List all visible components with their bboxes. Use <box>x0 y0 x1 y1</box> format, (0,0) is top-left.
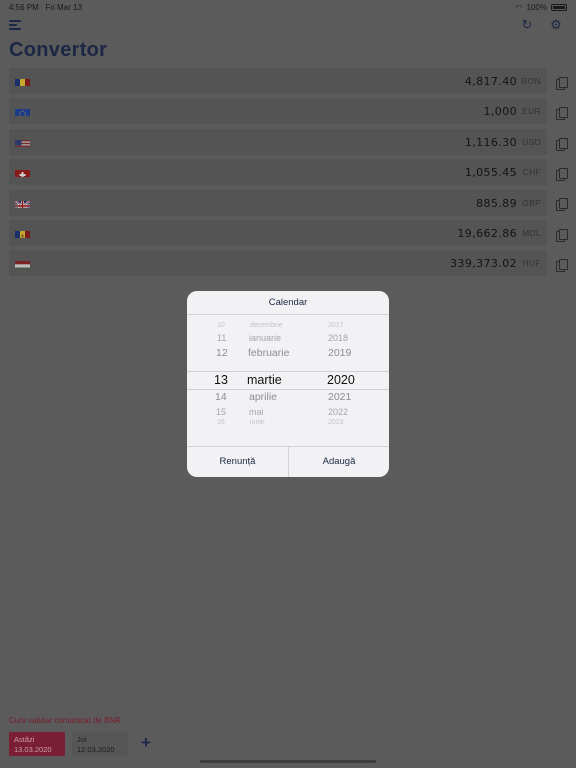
confirm-add-button[interactable]: Adaugă <box>289 447 389 477</box>
currency-row-gbp[interactable]: 885.89 GBP <box>9 189 547 216</box>
currency-code: GBP <box>522 197 541 208</box>
currency-code: HUF <box>522 258 541 269</box>
bnr-rate-label: Curs valutar comunicat de BNR <box>9 716 122 725</box>
currency-row-eur[interactable]: 1,000 EUR <box>9 98 547 125</box>
picker-month[interactable]: mai <box>249 407 264 417</box>
flag-ch-icon <box>15 167 30 178</box>
flag-md-icon <box>15 228 30 238</box>
chip-day: Joi <box>77 735 87 744</box>
status-bar: 4:56 PM Fri Mar 13 ◠ 100% <box>0 0 576 14</box>
flag-gb-icon <box>15 198 30 208</box>
picker-year[interactable]: 2019 <box>328 347 351 359</box>
status-time-date: 4:56 PM Fri Mar 13 <box>9 3 82 12</box>
currency-code: RON <box>521 76 541 86</box>
chip-day: Astăzi <box>14 735 35 744</box>
copy-icon[interactable] <box>556 229 568 242</box>
currency-code: EUR <box>522 106 541 117</box>
dialog-title: Calendar <box>268 297 308 308</box>
amount-value[interactable]: 19,662.86 <box>457 227 517 240</box>
picker-year[interactable]: 2023 <box>328 419 344 426</box>
picker-day[interactable]: 11 <box>217 333 226 343</box>
date-picker[interactable]: 10 11 12 13 14 15 16 decembrie ianuarie … <box>187 315 389 446</box>
picker-month[interactable]: aprilie <box>249 391 277 403</box>
battery-icon <box>551 4 567 11</box>
copy-icon[interactable] <box>556 107 568 120</box>
date-chip-today[interactable]: Astăzi 13.03.2020 <box>9 732 65 756</box>
picker-month-selected[interactable]: martie <box>247 373 282 387</box>
amount-value[interactable]: 1,116.30 <box>465 136 517 149</box>
battery-percent: 100% <box>526 3 547 12</box>
currency-row-huf[interactable]: 339,373.02 HUF <box>9 250 547 277</box>
gear-icon[interactable]: ⚙ <box>549 18 563 32</box>
currency-code: USD <box>522 136 541 147</box>
picker-day[interactable]: 15 <box>216 407 226 417</box>
currency-list: 4,817.40 RON 1,000 EUR 1,116.30 USD 1,05… <box>9 68 547 281</box>
copy-icon[interactable] <box>556 138 568 151</box>
picker-day[interactable]: 10 <box>217 322 225 329</box>
add-date-plus-button[interactable]: + <box>139 734 153 751</box>
menu-icon[interactable] <box>9 20 21 30</box>
currency-row-usd[interactable]: 1,116.30 USD <box>9 128 547 155</box>
currency-row-mdl[interactable]: 19,662.86 MDL <box>9 219 547 246</box>
home-indicator[interactable] <box>200 760 376 763</box>
picker-month[interactable]: ianuarie <box>249 333 281 343</box>
amount-value[interactable]: 339,373.02 <box>450 257 517 270</box>
chip-date: 12.03.2020 <box>77 745 115 754</box>
chip-date: 13.03.2020 <box>14 745 52 754</box>
picker-day[interactable]: 16 <box>217 419 225 426</box>
status-indicators: ◠ 100% <box>516 3 567 12</box>
picker-month[interactable]: decembrie <box>250 322 283 329</box>
date-chip-joi[interactable]: Joi 12.03.2020 <box>72 732 128 756</box>
amount-value[interactable]: 1,000 <box>484 105 518 118</box>
calendar-dialog: Calendar 10 11 12 13 14 15 16 decembrie … <box>187 291 389 477</box>
status-date: Fri Mar 13 <box>45 3 82 12</box>
picker-day[interactable]: 14 <box>215 391 227 403</box>
wifi-icon: ◠ <box>515 3 523 12</box>
flag-hu-icon <box>15 258 30 269</box>
picker-month[interactable]: februarie <box>248 347 289 359</box>
cancel-button[interactable]: Renunță <box>187 447 288 477</box>
copy-icon[interactable] <box>556 77 568 90</box>
picker-year[interactable]: 2018 <box>328 333 348 343</box>
copy-icon[interactable] <box>556 259 568 272</box>
picker-day[interactable]: 12 <box>216 347 228 359</box>
flag-eu-icon <box>15 106 30 117</box>
picker-day-selected[interactable]: 13 <box>214 373 228 387</box>
currency-row-chf[interactable]: 1,055.45 CHF <box>9 159 547 186</box>
amount-value[interactable]: 4,817.40 <box>465 75 517 88</box>
copy-icon[interactable] <box>556 168 568 181</box>
page-title: Convertor <box>9 39 108 61</box>
flag-ro-icon <box>15 76 30 86</box>
status-time: 4:56 PM <box>9 3 39 12</box>
currency-code: CHF <box>522 167 541 178</box>
picker-year-selected[interactable]: 2020 <box>327 373 355 387</box>
picker-year[interactable]: 2022 <box>328 407 348 417</box>
refresh-icon[interactable]: ↻ <box>520 18 534 32</box>
currency-row-ron[interactable]: 4,817.40 RON <box>9 68 547 94</box>
amount-value[interactable]: 885.89 <box>476 197 517 210</box>
currency-code: MDL <box>522 227 541 238</box>
amount-value[interactable]: 1,055.45 <box>465 166 517 179</box>
copy-icon[interactable] <box>556 198 568 211</box>
picker-month[interactable]: iunie <box>250 419 265 426</box>
flag-us-icon <box>15 137 30 147</box>
picker-year[interactable]: 2021 <box>328 391 351 403</box>
picker-year[interactable]: 2017 <box>328 322 344 329</box>
